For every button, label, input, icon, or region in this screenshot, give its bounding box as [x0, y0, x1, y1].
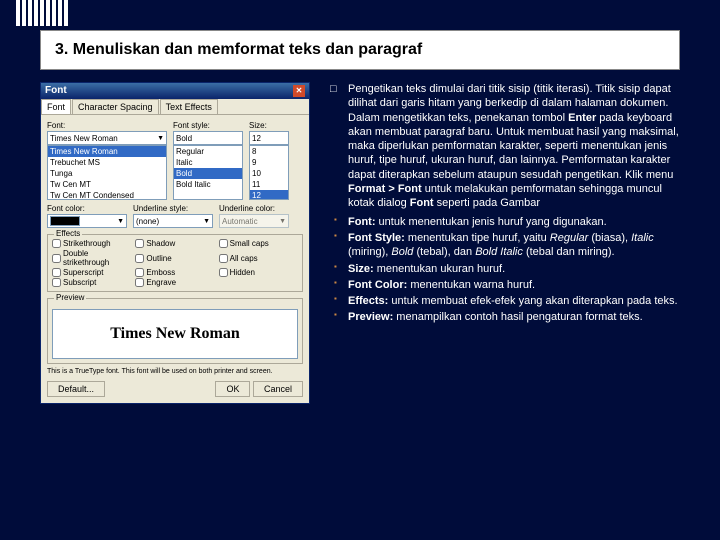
- size-listbox[interactable]: 8 9 10 11 12: [249, 145, 289, 200]
- bullet-preview: Preview: menampilkan contoh hasil pengat…: [348, 310, 680, 324]
- list-item[interactable]: Regular: [174, 146, 242, 157]
- ok-button[interactable]: OK: [215, 381, 250, 397]
- check-dblstrike[interactable]: Double strikethrough: [52, 249, 131, 267]
- check-superscript[interactable]: Superscript: [52, 268, 131, 277]
- font-dialog: Font ✕ Font Character Spacing Text Effec…: [40, 82, 310, 404]
- default-button[interactable]: Default...: [47, 381, 105, 397]
- main-paragraph: Pengetikan teks dimulai dari titik sisip…: [348, 82, 680, 211]
- bullet-size: Size: menentukan ukuran huruf.: [348, 262, 680, 276]
- font-listbox[interactable]: Times New Roman Trebuchet MS Tunga Tw Ce…: [47, 145, 167, 200]
- check-strikethrough[interactable]: Strikethrough: [52, 239, 131, 248]
- label-underline-style: Underline style:: [133, 204, 213, 213]
- cancel-button[interactable]: Cancel: [253, 381, 303, 397]
- preview-box: Times New Roman: [52, 309, 298, 359]
- tab-font[interactable]: Font: [41, 99, 71, 114]
- list-item[interactable]: 12: [250, 190, 288, 200]
- list-item[interactable]: Bold Italic: [174, 179, 242, 190]
- dialog-titlebar: Font ✕: [41, 83, 309, 99]
- check-subscript[interactable]: Subscript: [52, 278, 131, 287]
- font-color-combo[interactable]: ▼: [47, 214, 127, 228]
- list-item[interactable]: Tunga: [48, 168, 166, 179]
- size-combo[interactable]: 12: [249, 131, 289, 145]
- check-allcaps[interactable]: All caps: [219, 249, 298, 267]
- dialog-title-text: Font: [45, 85, 67, 97]
- style-listbox[interactable]: Regular Italic Bold Bold Italic: [173, 145, 243, 200]
- check-smallcaps[interactable]: Small caps: [219, 239, 298, 248]
- check-outline[interactable]: Outline: [135, 249, 214, 267]
- list-item[interactable]: 11: [250, 179, 288, 190]
- check-hidden[interactable]: Hidden: [219, 268, 298, 277]
- tab-text-effects[interactable]: Text Effects: [160, 99, 218, 114]
- bullet-effects: Effects: untuk membuat efek-efek yang ak…: [348, 294, 680, 308]
- label-underline-color: Underline color:: [219, 204, 289, 213]
- effects-group-label: Effects: [54, 229, 82, 238]
- bullet-color: Font Color: menentukan warna huruf.: [348, 278, 680, 292]
- list-item[interactable]: 8: [250, 146, 288, 157]
- label-size: Size:: [249, 121, 289, 130]
- bullet-style: Font Style: menentukan tipe huruf, yaitu…: [348, 231, 680, 260]
- check-shadow[interactable]: Shadow: [135, 239, 214, 248]
- label-font-color: Font color:: [47, 204, 127, 213]
- list-item[interactable]: Italic: [174, 157, 242, 168]
- preview-note: This is a TrueType font. This font will …: [47, 368, 303, 375]
- list-item[interactable]: Tw Cen MT: [48, 179, 166, 190]
- tab-char-spacing[interactable]: Character Spacing: [72, 99, 159, 114]
- list-item[interactable]: 9: [250, 157, 288, 168]
- check-emboss[interactable]: Emboss: [135, 268, 214, 277]
- list-item[interactable]: Tw Cen MT Condensed: [48, 190, 166, 200]
- page-title: 3. Menuliskan dan memformat teks dan par…: [55, 41, 665, 59]
- list-item[interactable]: Bold: [174, 168, 242, 179]
- label-style: Font style:: [173, 121, 243, 130]
- underline-color-combo[interactable]: Automatic▼: [219, 214, 289, 228]
- close-icon[interactable]: ✕: [293, 85, 305, 97]
- color-swatch-icon: [50, 216, 80, 226]
- font-combo[interactable]: Times New Roman▼: [47, 131, 167, 145]
- label-font: Font:: [47, 121, 167, 130]
- list-item[interactable]: 10: [250, 168, 288, 179]
- style-combo[interactable]: Bold: [173, 131, 243, 145]
- list-item[interactable]: Trebuchet MS: [48, 157, 166, 168]
- check-engrave[interactable]: Engrave: [135, 278, 214, 287]
- bullet-font: Font: untuk menentukan jenis huruf yang …: [348, 215, 680, 229]
- list-item[interactable]: Times New Roman: [48, 146, 166, 157]
- preview-group-label: Preview: [54, 293, 86, 302]
- underline-style-combo[interactable]: (none)▼: [133, 214, 213, 228]
